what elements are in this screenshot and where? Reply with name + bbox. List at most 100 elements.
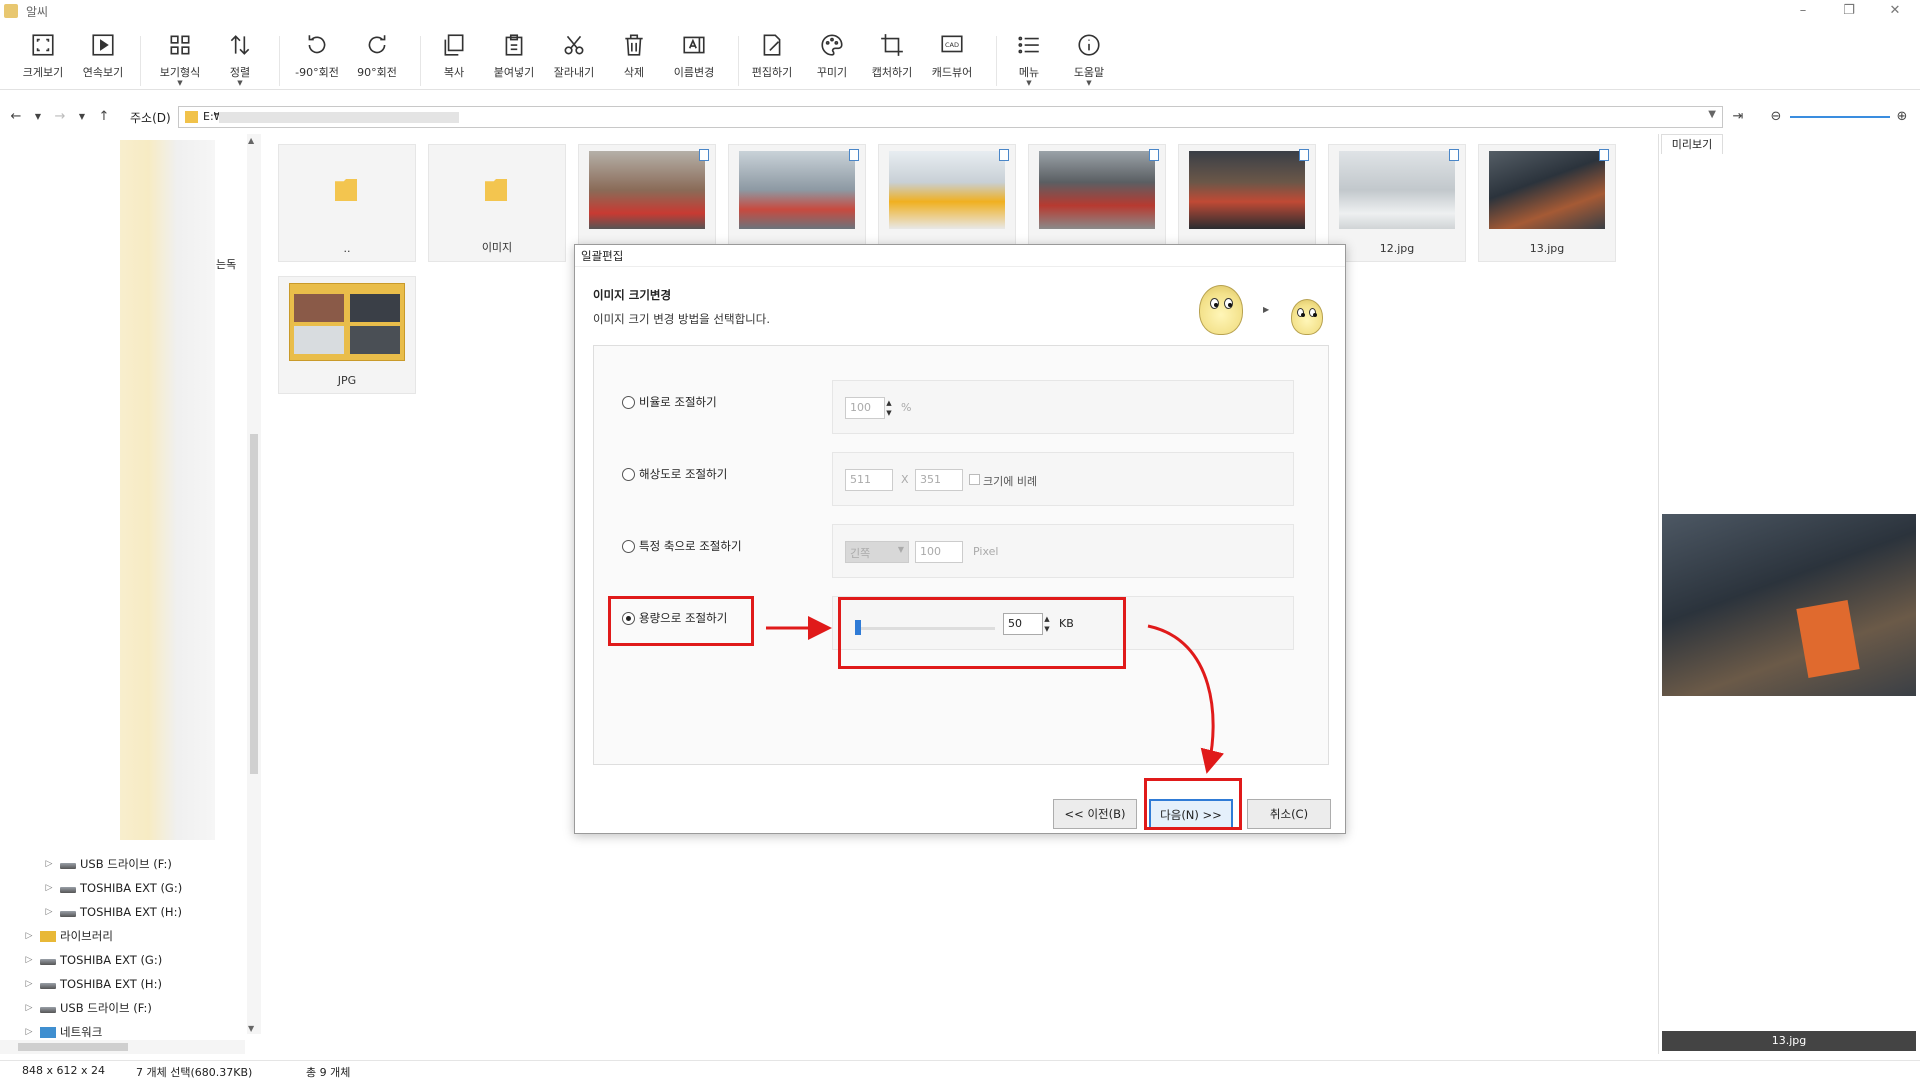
- rotate-left-icon: [308, 35, 326, 54]
- slideshow-button[interactable]: 연속보기: [74, 32, 132, 80]
- selected-badge-icon: [849, 149, 859, 161]
- back-arrow-icon[interactable]: ←: [8, 107, 24, 127]
- folder-icon: [485, 179, 507, 201]
- section-title: 이미지 크기변경: [593, 288, 672, 302]
- tree-item-toshiba-h[interactable]: ▷ TOSHIBA EXT (H:): [22, 974, 162, 994]
- zoom-slider[interactable]: [1790, 116, 1890, 118]
- axis-value-input[interactable]: 100: [915, 541, 963, 563]
- capture-button[interactable]: 캡처하기: [863, 32, 921, 80]
- height-input[interactable]: 351: [915, 469, 963, 491]
- window-title: 알씨: [26, 4, 49, 19]
- delete-button[interactable]: 삭제: [605, 32, 663, 80]
- selected-badge-icon: [1299, 149, 1309, 161]
- option-axis[interactable]: 특정 축으로 조절하기: [622, 538, 742, 554]
- file-tile-image[interactable]: 12.jpg: [1328, 144, 1466, 262]
- sort-button[interactable]: 정렬 ▼: [211, 32, 269, 87]
- grid-view-icon: [170, 35, 190, 55]
- cad-viewer-button[interactable]: CAD 캐드뷰어: [923, 32, 981, 80]
- file-tile-folder-jpg[interactable]: JPG: [278, 276, 416, 394]
- palette-icon: [821, 34, 843, 56]
- axis-radio[interactable]: [622, 539, 635, 553]
- cancel-button[interactable]: 취소(C): [1247, 799, 1331, 829]
- edit-icon: [763, 34, 781, 56]
- forward-dropdown-icon[interactable]: ▼: [74, 107, 90, 127]
- minimize-button[interactable]: –: [1780, 0, 1826, 22]
- width-input[interactable]: 511: [845, 469, 893, 491]
- ratio-spinner-icon[interactable]: ▲ ▼: [883, 398, 895, 418]
- toolbar-divider: [996, 36, 997, 86]
- tree-item-usb-f[interactable]: ▷ USB 드라이브 (F:): [42, 854, 172, 874]
- tree-item-network[interactable]: ▷ 네트워크: [22, 1022, 103, 1042]
- rotate-right-button[interactable]: 90°회전: [348, 32, 406, 80]
- option-resolution[interactable]: 해상도로 조절하기: [622, 466, 727, 482]
- selected-badge-icon: [1449, 149, 1459, 161]
- selected-badge-icon: [999, 149, 1009, 161]
- option-ratio[interactable]: 비율로 조절하기: [622, 394, 717, 410]
- status-total: 총 9 개체: [306, 1066, 351, 1079]
- file-tile-parent[interactable]: ..: [278, 144, 416, 262]
- axis-unit: Pixel: [973, 545, 999, 558]
- preview-tab[interactable]: 미리보기: [1661, 134, 1723, 154]
- back-dropdown-icon[interactable]: ▼: [30, 107, 46, 127]
- drive-icon: [40, 958, 56, 965]
- edit-button[interactable]: 편집하기: [743, 32, 801, 80]
- tree-item-library[interactable]: ▷ 라이브러리: [22, 926, 113, 946]
- chevron-down-icon[interactable]: ▼: [248, 1024, 254, 1033]
- go-icon[interactable]: ⇥: [1730, 107, 1746, 127]
- copy-button[interactable]: 복사: [425, 32, 483, 80]
- folder-icon: [335, 179, 357, 201]
- menu-button[interactable]: 메뉴 ▼: [1000, 32, 1058, 87]
- view-mode-button[interactable]: 보기형식 ▼: [151, 32, 209, 87]
- arrow-right-icon: ▶: [1263, 305, 1270, 314]
- fullscreen-button[interactable]: 크게보기: [14, 32, 72, 80]
- decorate-button[interactable]: 꾸미기: [803, 32, 861, 80]
- address-label: 주소(D): [130, 111, 171, 125]
- paste-button[interactable]: 붙여넣기: [485, 32, 543, 80]
- title-bar: 알씨 – ❐ ✕: [0, 0, 1920, 22]
- axis-select[interactable]: 긴쪽 ▼: [845, 541, 909, 563]
- tree-horizontal-scrollbar[interactable]: [0, 1040, 245, 1054]
- drive-icon: [60, 862, 76, 869]
- resolution-radio[interactable]: [622, 467, 635, 481]
- keep-ratio-checkbox[interactable]: [969, 474, 980, 485]
- file-tile-folder[interactable]: 이미지: [428, 144, 566, 262]
- tree-scroll-thumb[interactable]: [250, 434, 258, 774]
- address-input[interactable]: E:₩ ▼: [178, 106, 1723, 128]
- rename-button[interactable]: 이름변경: [665, 32, 723, 80]
- status-bar: 848 x 612 x 24 7 개체 선택(680.37KB) 총 9 개체: [0, 1060, 1920, 1080]
- preview-pane: 미리보기 13.jpg: [1658, 134, 1920, 1054]
- zoom-in-icon[interactable]: ⊕: [1894, 107, 1910, 127]
- keep-ratio-label: 크기에 비례: [983, 475, 1038, 488]
- blurred-path: [219, 112, 459, 123]
- chevron-down-icon[interactable]: ▼: [1708, 109, 1716, 120]
- bus-image: [1796, 600, 1860, 678]
- scroll-thumb[interactable]: [18, 1043, 128, 1051]
- close-button[interactable]: ✕: [1872, 0, 1918, 22]
- cut-button[interactable]: 잘라내기: [545, 32, 603, 80]
- file-tile-image[interactable]: 13.jpg: [1478, 144, 1616, 262]
- selected-badge-icon: [1599, 149, 1609, 161]
- highlight-box-size-option: [608, 596, 754, 646]
- tree-item-usb-f[interactable]: ▷ USB 드라이브 (F:): [22, 998, 152, 1018]
- chevron-up-icon[interactable]: ▲: [248, 136, 254, 145]
- drive-icon: [40, 1006, 56, 1013]
- drive-icon: [60, 886, 76, 893]
- tree-item-toshiba-h[interactable]: ▷ TOSHIBA EXT (H:): [42, 902, 182, 922]
- preview-image: [1662, 514, 1916, 696]
- drive-icon: [40, 982, 56, 989]
- library-icon: [40, 930, 56, 942]
- highlight-box-size-config: [838, 597, 1126, 669]
- forward-arrow-icon[interactable]: →: [52, 107, 68, 127]
- prev-button[interactable]: << 이전(B): [1053, 799, 1137, 829]
- ratio-input[interactable]: 100: [845, 397, 885, 419]
- up-arrow-icon[interactable]: ↑: [96, 107, 112, 127]
- tree-item-toshiba-g[interactable]: ▷ TOSHIBA EXT (G:): [22, 950, 163, 970]
- paste-icon: [505, 34, 523, 56]
- rotate-left-button[interactable]: -90°회전: [288, 32, 346, 80]
- mascot-large-icon: [1199, 285, 1243, 335]
- restore-button[interactable]: ❐: [1826, 0, 1872, 22]
- help-button[interactable]: 도움말 ▼: [1060, 32, 1118, 87]
- tree-item-toshiba-g[interactable]: ▷ TOSHIBA EXT (G:): [42, 878, 183, 898]
- zoom-out-icon[interactable]: ⊖: [1768, 107, 1784, 127]
- ratio-radio[interactable]: [622, 395, 635, 409]
